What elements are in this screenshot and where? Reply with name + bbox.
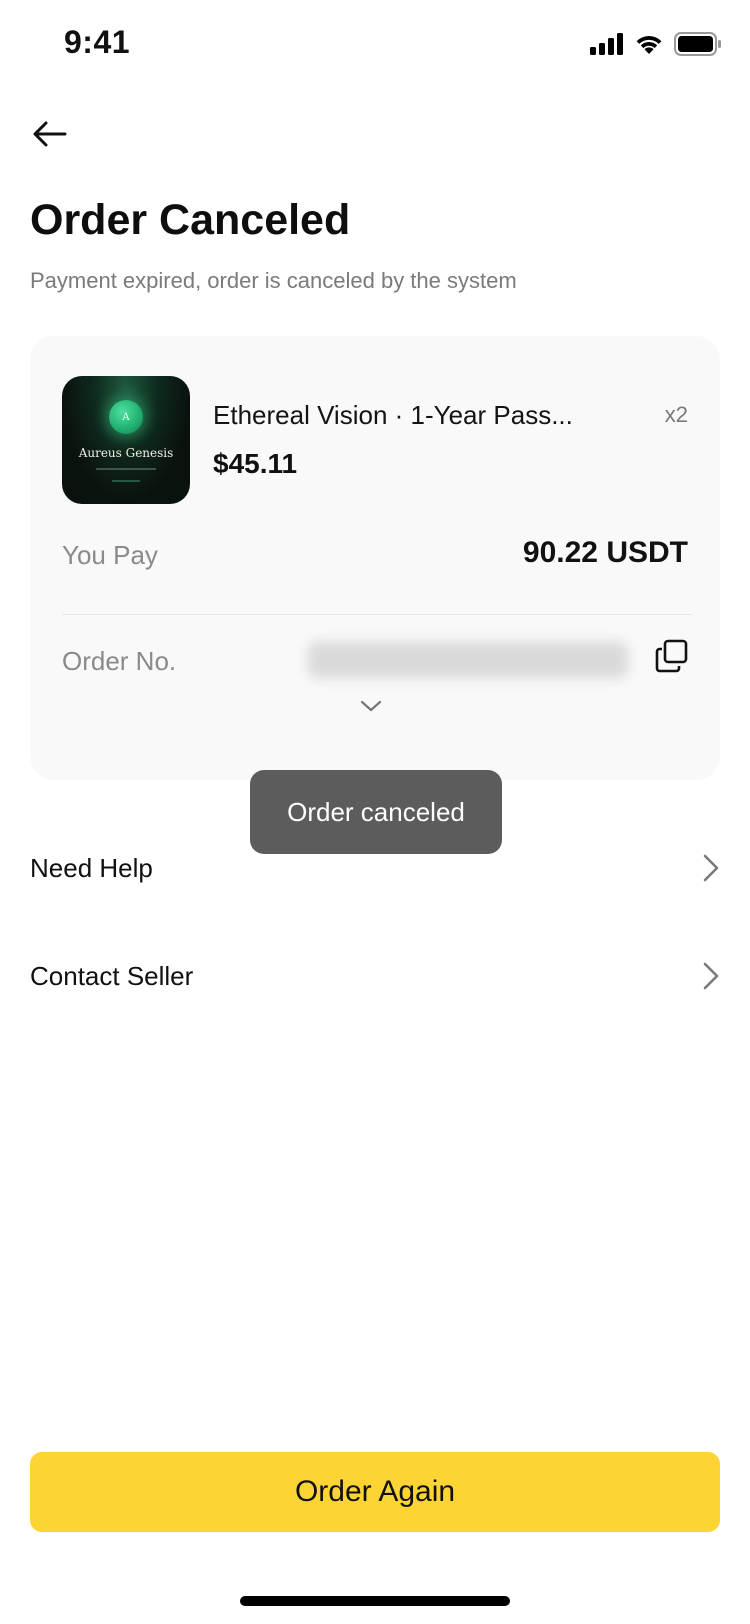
copy-order-number-button[interactable]: [654, 638, 690, 674]
contact-seller-row[interactable]: Contact Seller: [30, 936, 720, 1016]
status-bar: 9:41: [0, 0, 750, 90]
battery-icon: [674, 32, 721, 56]
product-quantity: x2: [664, 402, 688, 427]
order-number-value-blurred: [308, 642, 628, 678]
chevron-down-icon: [360, 700, 382, 712]
order-card: A Aureus Genesis Ethereal Vision · 1-Yea…: [30, 336, 720, 780]
thumbnail-title: Aureus Genesis: [78, 446, 174, 460]
thumbnail-badge: A: [109, 400, 143, 434]
page-subtitle: Payment expired, order is canceled by th…: [30, 268, 517, 293]
chevron-right-icon: [703, 854, 719, 882]
chevron-right-icon: [703, 962, 719, 990]
pay-value: 90.22 USDT: [522, 536, 688, 569]
order-again-button[interactable]: Order Again: [30, 1452, 720, 1532]
product-price: $45.11: [213, 448, 298, 479]
status-time: 9:41: [64, 24, 131, 60]
order-number-label: Order No.: [62, 646, 177, 676]
product-thumbnail[interactable]: A Aureus Genesis: [62, 376, 190, 504]
need-help-row[interactable]: Need Help: [30, 828, 720, 908]
wifi-icon: [636, 36, 662, 54]
status-icons: [590, 32, 722, 56]
copy-icon: [655, 639, 688, 673]
thumbnail-divider: [96, 468, 156, 470]
back-button[interactable]: [24, 108, 76, 160]
signal-icon: [590, 33, 623, 55]
expand-details-button[interactable]: [353, 692, 389, 720]
arrow-left-icon: [33, 121, 67, 147]
need-help-label: Need Help: [30, 852, 153, 883]
pay-label: You Pay: [62, 540, 158, 570]
home-indicator: [240, 1596, 510, 1606]
card-divider: [62, 614, 692, 615]
contact-seller-label: Contact Seller: [30, 960, 194, 991]
thumbnail-accent-line: [112, 480, 140, 482]
product-name[interactable]: Ethereal Vision · 1-Year Pass...: [213, 400, 603, 431]
page-title: Order Canceled: [30, 196, 351, 244]
